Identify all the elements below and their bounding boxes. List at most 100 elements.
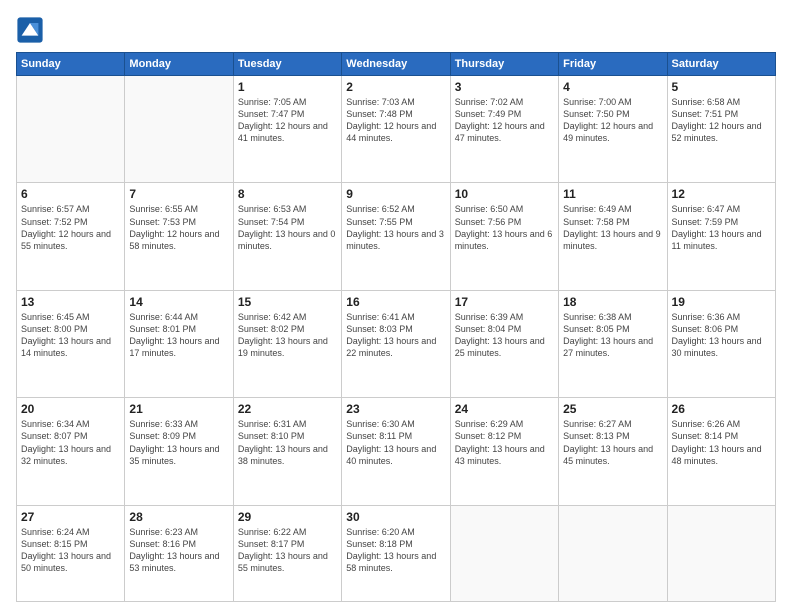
day-info: Sunrise: 6:52 AM Sunset: 7:55 PM Dayligh… <box>346 203 445 252</box>
day-info: Sunrise: 6:27 AM Sunset: 8:13 PM Dayligh… <box>563 418 662 467</box>
day-info: Sunrise: 7:05 AM Sunset: 7:47 PM Dayligh… <box>238 96 337 145</box>
day-number: 21 <box>129 402 228 416</box>
header <box>16 16 776 44</box>
calendar-cell: 11 Sunrise: 6:49 AM Sunset: 7:58 PM Dayli… <box>559 183 667 290</box>
day-info: Sunrise: 6:20 AM Sunset: 8:18 PM Dayligh… <box>346 526 445 575</box>
day-info: Sunrise: 7:00 AM Sunset: 7:50 PM Dayligh… <box>563 96 662 145</box>
day-number: 19 <box>672 295 771 309</box>
logo <box>16 16 46 44</box>
day-number: 15 <box>238 295 337 309</box>
day-number: 7 <box>129 187 228 201</box>
day-number: 9 <box>346 187 445 201</box>
calendar-cell: 30 Sunrise: 6:20 AM Sunset: 8:18 PM Dayli… <box>342 505 450 601</box>
calendar-cell: 26 Sunrise: 6:26 AM Sunset: 8:14 PM Dayli… <box>667 398 775 505</box>
calendar-cell: 18Sunrise: 6:38 AM Sunset: 8:05 PM Dayli… <box>559 290 667 397</box>
day-number: 29 <box>238 510 337 524</box>
weekday-header-wednesday: Wednesday <box>342 53 450 76</box>
day-number: 1 <box>238 80 337 94</box>
day-number: 12 <box>672 187 771 201</box>
day-info: Sunrise: 6:24 AM Sunset: 8:15 PM Dayligh… <box>21 526 120 575</box>
day-number: 20 <box>21 402 120 416</box>
logo-icon <box>16 16 44 44</box>
calendar-cell: 25 Sunrise: 6:27 AM Sunset: 8:13 PM Dayli… <box>559 398 667 505</box>
calendar-cell: 9 Sunrise: 6:52 AM Sunset: 7:55 PM Daylig… <box>342 183 450 290</box>
weekday-header-saturday: Saturday <box>667 53 775 76</box>
calendar-cell <box>450 505 558 601</box>
calendar-cell: 27 Sunrise: 6:24 AM Sunset: 8:15 PM Dayli… <box>17 505 125 601</box>
day-info: Sunrise: 6:58 AM Sunset: 7:51 PM Dayligh… <box>672 96 771 145</box>
day-number: 23 <box>346 402 445 416</box>
calendar-week-2: 6 Sunrise: 6:57 AM Sunset: 7:52 PM Daylig… <box>17 183 776 290</box>
calendar-cell: 3 Sunrise: 7:02 AM Sunset: 7:49 PM Daylig… <box>450 76 558 183</box>
calendar-week-1: 1 Sunrise: 7:05 AM Sunset: 7:47 PM Daylig… <box>17 76 776 183</box>
day-info: Sunrise: 6:44 AM Sunset: 8:01 PM Dayligh… <box>129 311 228 360</box>
day-info: Sunrise: 6:49 AM Sunset: 7:58 PM Dayligh… <box>563 203 662 252</box>
page: SundayMondayTuesdayWednesdayThursdayFrid… <box>0 0 792 612</box>
weekday-header-thursday: Thursday <box>450 53 558 76</box>
day-number: 14 <box>129 295 228 309</box>
calendar-cell: 13 Sunrise: 6:45 AM Sunset: 8:00 PM Dayli… <box>17 290 125 397</box>
calendar-cell: 29Sunrise: 6:22 AM Sunset: 8:17 PM Dayli… <box>233 505 341 601</box>
weekday-header-monday: Monday <box>125 53 233 76</box>
day-info: Sunrise: 6:50 AM Sunset: 7:56 PM Dayligh… <box>455 203 554 252</box>
day-number: 2 <box>346 80 445 94</box>
day-number: 6 <box>21 187 120 201</box>
day-number: 3 <box>455 80 554 94</box>
calendar-cell <box>125 76 233 183</box>
calendar-cell: 16 Sunrise: 6:41 AM Sunset: 8:03 PM Dayli… <box>342 290 450 397</box>
calendar-cell <box>667 505 775 601</box>
day-info: Sunrise: 6:47 AM Sunset: 7:59 PM Dayligh… <box>672 203 771 252</box>
day-info: Sunrise: 6:38 AM Sunset: 8:05 PM Dayligh… <box>563 311 662 360</box>
calendar-cell: 22Sunrise: 6:31 AM Sunset: 8:10 PM Dayli… <box>233 398 341 505</box>
calendar-table: SundayMondayTuesdayWednesdayThursdayFrid… <box>16 52 776 602</box>
day-info: Sunrise: 7:02 AM Sunset: 7:49 PM Dayligh… <box>455 96 554 145</box>
calendar-week-5: 27 Sunrise: 6:24 AM Sunset: 8:15 PM Dayli… <box>17 505 776 601</box>
day-number: 26 <box>672 402 771 416</box>
day-number: 22 <box>238 402 337 416</box>
calendar-cell: 20 Sunrise: 6:34 AM Sunset: 8:07 PM Dayli… <box>17 398 125 505</box>
calendar-cell: 28 Sunrise: 6:23 AM Sunset: 8:16 PM Dayli… <box>125 505 233 601</box>
day-info: Sunrise: 6:57 AM Sunset: 7:52 PM Dayligh… <box>21 203 120 252</box>
calendar-cell: 24Sunrise: 6:29 AM Sunset: 8:12 PM Dayli… <box>450 398 558 505</box>
day-number: 30 <box>346 510 445 524</box>
calendar-cell: 6 Sunrise: 6:57 AM Sunset: 7:52 PM Daylig… <box>17 183 125 290</box>
weekday-header-row: SundayMondayTuesdayWednesdayThursdayFrid… <box>17 53 776 76</box>
calendar-week-3: 13 Sunrise: 6:45 AM Sunset: 8:00 PM Dayli… <box>17 290 776 397</box>
day-info: Sunrise: 6:30 AM Sunset: 8:11 PM Dayligh… <box>346 418 445 467</box>
calendar-cell: 1 Sunrise: 7:05 AM Sunset: 7:47 PM Daylig… <box>233 76 341 183</box>
calendar-cell: 4Sunrise: 7:00 AM Sunset: 7:50 PM Daylig… <box>559 76 667 183</box>
day-info: Sunrise: 6:33 AM Sunset: 8:09 PM Dayligh… <box>129 418 228 467</box>
day-number: 25 <box>563 402 662 416</box>
day-number: 16 <box>346 295 445 309</box>
calendar-cell: 14 Sunrise: 6:44 AM Sunset: 8:01 PM Dayli… <box>125 290 233 397</box>
calendar-week-4: 20 Sunrise: 6:34 AM Sunset: 8:07 PM Dayli… <box>17 398 776 505</box>
calendar-cell: 21 Sunrise: 6:33 AM Sunset: 8:09 PM Dayli… <box>125 398 233 505</box>
day-info: Sunrise: 6:26 AM Sunset: 8:14 PM Dayligh… <box>672 418 771 467</box>
day-number: 28 <box>129 510 228 524</box>
day-number: 13 <box>21 295 120 309</box>
calendar-cell <box>17 76 125 183</box>
day-info: Sunrise: 6:34 AM Sunset: 8:07 PM Dayligh… <box>21 418 120 467</box>
calendar-cell: 10 Sunrise: 6:50 AM Sunset: 7:56 PM Dayli… <box>450 183 558 290</box>
day-info: Sunrise: 6:36 AM Sunset: 8:06 PM Dayligh… <box>672 311 771 360</box>
day-info: Sunrise: 6:23 AM Sunset: 8:16 PM Dayligh… <box>129 526 228 575</box>
weekday-header-tuesday: Tuesday <box>233 53 341 76</box>
calendar-cell: 23 Sunrise: 6:30 AM Sunset: 8:11 PM Dayli… <box>342 398 450 505</box>
day-info: Sunrise: 6:55 AM Sunset: 7:53 PM Dayligh… <box>129 203 228 252</box>
day-number: 17 <box>455 295 554 309</box>
day-number: 5 <box>672 80 771 94</box>
day-number: 24 <box>455 402 554 416</box>
calendar-cell: 15Sunrise: 6:42 AM Sunset: 8:02 PM Dayli… <box>233 290 341 397</box>
day-info: Sunrise: 7:03 AM Sunset: 7:48 PM Dayligh… <box>346 96 445 145</box>
weekday-header-friday: Friday <box>559 53 667 76</box>
calendar-cell: 7 Sunrise: 6:55 AM Sunset: 7:53 PM Daylig… <box>125 183 233 290</box>
day-number: 10 <box>455 187 554 201</box>
calendar-cell: 12 Sunrise: 6:47 AM Sunset: 7:59 PM Dayli… <box>667 183 775 290</box>
day-number: 27 <box>21 510 120 524</box>
day-info: Sunrise: 6:53 AM Sunset: 7:54 PM Dayligh… <box>238 203 337 252</box>
calendar-cell: 17Sunrise: 6:39 AM Sunset: 8:04 PM Dayli… <box>450 290 558 397</box>
weekday-header-sunday: Sunday <box>17 53 125 76</box>
day-info: Sunrise: 6:45 AM Sunset: 8:00 PM Dayligh… <box>21 311 120 360</box>
day-info: Sunrise: 6:41 AM Sunset: 8:03 PM Dayligh… <box>346 311 445 360</box>
day-number: 11 <box>563 187 662 201</box>
